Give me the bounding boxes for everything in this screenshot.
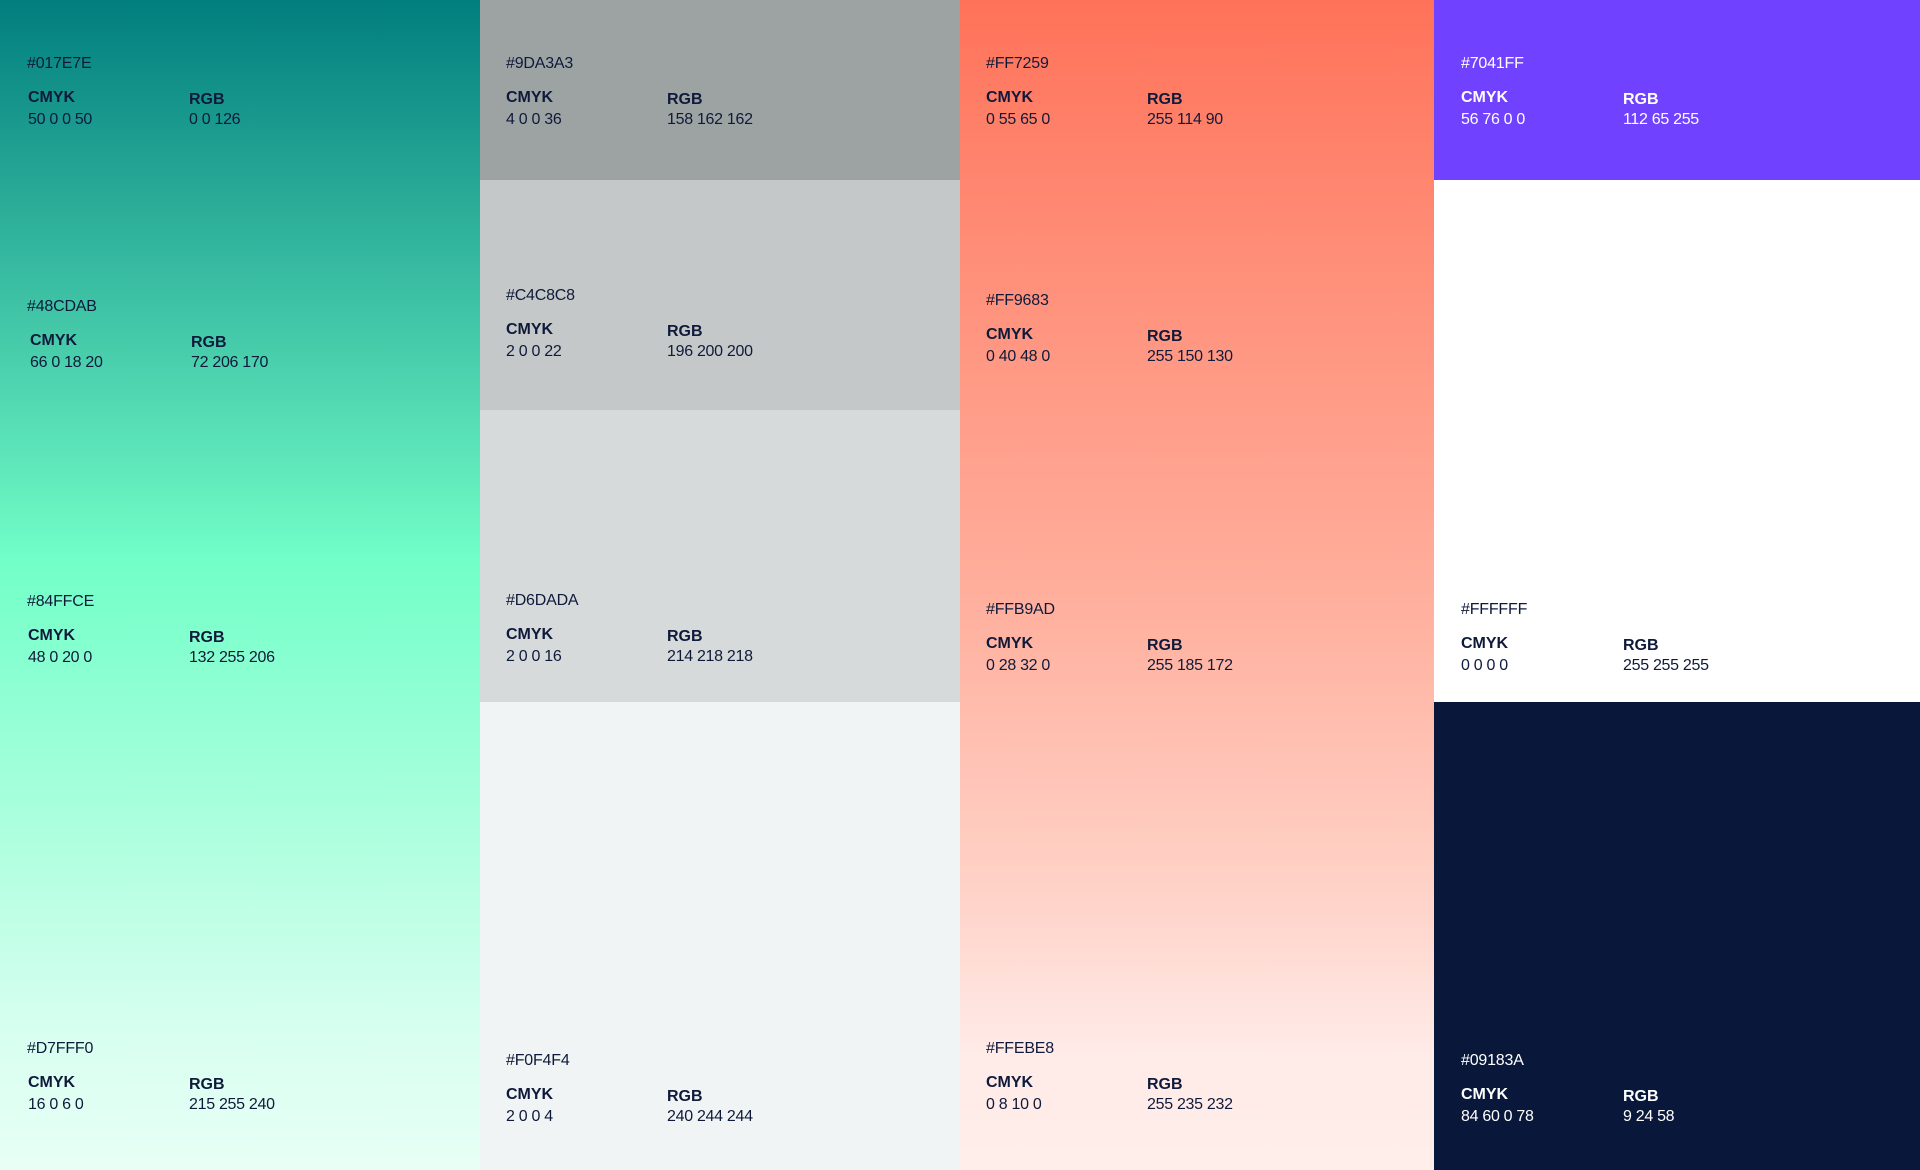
cmyk-label: CMYK [506,626,554,643]
cmyk-label: CMYK [506,89,554,106]
cmyk-value: 2 0 0 4 [506,1108,553,1125]
cmyk-label: CMYK [1461,89,1509,106]
hex-code: #FFB9AD [986,601,1055,618]
color-palette: #017E7E CMYK 50 0 0 50 RGB 0 0 126 #48CD… [0,0,1920,1170]
rgb-label: RGB [1147,637,1183,654]
grey-column: #9DA3A3 CMYK 4 0 0 36 RGB 158 162 162 #C… [480,0,960,1170]
cmyk-value: 0 8 10 0 [986,1096,1042,1113]
rgb-value: 255 255 255 [1623,657,1709,674]
cmyk-label: CMYK [506,321,554,338]
hex-code: #9DA3A3 [506,55,574,72]
cmyk-label: CMYK [30,332,78,349]
hex-code: #D7FFF0 [27,1040,94,1057]
cmyk-value: 0 28 32 0 [986,657,1051,674]
rgb-value: 196 200 200 [667,343,753,360]
rgb-value: 0 0 126 [189,111,241,128]
cmyk-value: 0 55 65 0 [986,111,1051,128]
accent-column: #7041FF CMYK 56 76 0 0 RGB 112 65 255 #F… [1434,0,1920,1170]
rgb-value: 255 150 130 [1147,348,1233,365]
cmyk-value: 0 40 48 0 [986,348,1051,365]
cmyk-value: 0 0 0 0 [1461,657,1508,674]
rgb-label: RGB [1147,328,1183,345]
hex-code: #FFEBE8 [986,1040,1054,1057]
cmyk-label: CMYK [506,1086,554,1103]
coral-column: #FF7259 CMYK 0 55 65 0 RGB 255 114 90 #F… [960,0,1434,1170]
rgb-value: 132 255 206 [189,649,275,666]
swatch-white-fill [1434,180,1920,702]
cmyk-label: CMYK [986,635,1034,652]
hex-code: #C4C8C8 [506,287,575,304]
hex-code: #FF7259 [986,55,1049,72]
rgb-label: RGB [1623,1088,1659,1105]
cmyk-value: 2 0 0 22 [506,343,562,360]
rgb-label: RGB [189,629,225,646]
teal-column: #017E7E CMYK 50 0 0 50 RGB 0 0 126 #48CD… [0,0,480,1170]
hex-code: #48CDAB [27,298,97,315]
cmyk-label: CMYK [28,627,76,644]
cmyk-value: 66 0 18 20 [30,354,103,371]
cmyk-label: CMYK [986,89,1034,106]
rgb-value: 214 218 218 [667,648,753,665]
rgb-label: RGB [191,334,227,351]
cmyk-value: 84 60 0 78 [1461,1108,1534,1125]
cmyk-value: 48 0 20 0 [28,649,93,666]
cmyk-label: CMYK [28,89,76,106]
rgb-label: RGB [667,323,703,340]
rgb-label: RGB [1623,91,1659,108]
hex-code: #84FFCE [27,593,95,610]
rgb-label: RGB [1623,637,1659,654]
rgb-label: RGB [189,91,225,108]
hex-code: #FF9683 [986,292,1049,309]
rgb-value: 255 114 90 [1147,111,1223,128]
hex-code: #017E7E [27,55,92,72]
cmyk-label: CMYK [986,326,1034,343]
cmyk-value: 50 0 0 50 [28,111,93,128]
rgb-label: RGB [189,1076,225,1093]
rgb-value: 72 206 170 [191,354,269,371]
rgb-value: 215 255 240 [189,1096,275,1113]
cmyk-label: CMYK [1461,635,1509,652]
cmyk-label: CMYK [986,1074,1034,1091]
rgb-value: 9 24 58 [1623,1108,1675,1125]
cmyk-value: 4 0 0 36 [506,111,562,128]
cmyk-label: CMYK [28,1074,76,1091]
rgb-value: 158 162 162 [667,111,753,128]
rgb-label: RGB [1147,91,1183,108]
rgb-value: 255 235 232 [1147,1096,1233,1113]
hex-code: #7041FF [1461,55,1524,72]
rgb-value: 240 244 244 [667,1108,753,1125]
cmyk-value: 56 76 0 0 [1461,111,1526,128]
rgb-value: 255 185 172 [1147,657,1233,674]
rgb-label: RGB [667,628,703,645]
cmyk-value: 16 0 6 0 [28,1096,84,1113]
cmyk-label: CMYK [1461,1086,1509,1103]
hex-code: #09183A [1461,1052,1524,1069]
cmyk-value: 2 0 0 16 [506,648,562,665]
rgb-label: RGB [667,1088,703,1105]
rgb-label: RGB [667,91,703,108]
hex-code: #FFFFFF [1461,601,1528,618]
hex-code: #F0F4F4 [506,1052,570,1069]
rgb-value: 112 65 255 [1623,111,1699,128]
rgb-label: RGB [1147,1076,1183,1093]
hex-code: #D6DADA [506,592,579,609]
